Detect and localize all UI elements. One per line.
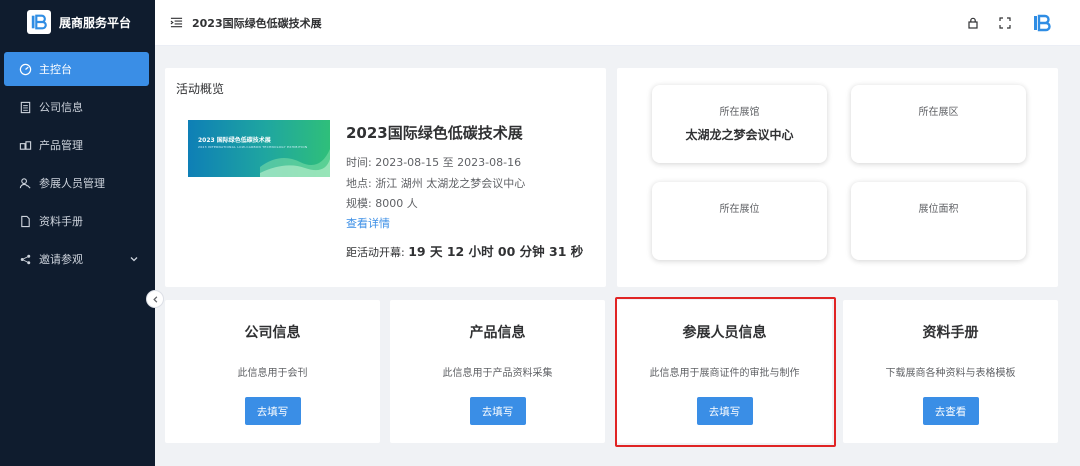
product-info-card: 产品信息 此信息用于产品资料采集 去填写 xyxy=(390,300,605,443)
stat-label: 所在展区 xyxy=(918,107,959,118)
sidebar-item-manual[interactable]: 资料手册 xyxy=(4,204,149,238)
location-label: 地点: xyxy=(346,177,372,190)
brand: 展商服务平台 xyxy=(0,0,155,44)
countdown-label: 距活动开幕: xyxy=(346,246,405,259)
banner-wave-graphic xyxy=(260,149,330,177)
card-title: 公司信息 xyxy=(244,325,301,341)
dashboard-icon xyxy=(18,62,32,76)
header-actions xyxy=(948,13,1052,33)
product-fill-button[interactable]: 去填写 xyxy=(469,397,526,425)
brand-title: 展商服务平台 xyxy=(59,15,132,30)
event-time: 时间: 2023-08-15 至 2023-08-16 xyxy=(346,154,521,170)
sidebar-menu: 主控台 公司信息 产品管理 参展人员管理 资料手册 邀请参观 xyxy=(0,52,155,276)
document-list-icon xyxy=(18,100,32,114)
sidebar-item-invite[interactable]: 邀请参观 xyxy=(4,242,149,276)
sidebar-item-company[interactable]: 公司信息 xyxy=(4,90,149,124)
stat-label: 所在展馆 xyxy=(719,107,760,118)
stat-hall: 所在展馆 太湖龙之梦会议中心 xyxy=(652,85,827,163)
card-title: 参展人员信息 xyxy=(682,325,767,341)
staff-info-card: 参展人员信息 此信息用于展商证件的审批与制作 去填写 xyxy=(617,300,832,443)
share-icon xyxy=(18,252,32,266)
file-icon xyxy=(18,214,32,228)
activity-overview-card: 活动概览 2023 国际绿色低碳技术展 2023 INTERNATIONAL L… xyxy=(165,68,606,287)
countdown-value: 19 天 12 小时 00 分钟 31 秒 xyxy=(408,244,584,259)
card-description: 下载展商各种资料与表格模板 xyxy=(885,368,1016,379)
card-description: 此信息用于展商证件的审批与制作 xyxy=(649,368,800,379)
sidebar-item-dashboard[interactable]: 主控台 xyxy=(4,52,149,86)
top-header: 2023国际绿色低碳技术展 xyxy=(155,0,1080,46)
sidebar-item-products[interactable]: 产品管理 xyxy=(4,128,149,162)
countdown: 距活动开幕: 19 天 12 小时 00 分钟 31 秒 xyxy=(346,241,583,260)
stat-label: 所在展位 xyxy=(719,204,760,215)
sidebar-collapse-button[interactable] xyxy=(146,290,164,308)
time-value: 2023-08-15 至 2023-08-16 xyxy=(375,156,522,169)
logo-icon xyxy=(27,10,51,34)
lock-icon[interactable] xyxy=(966,16,980,30)
fullscreen-icon[interactable] xyxy=(998,16,1012,30)
sidebar-item-label: 主控台 xyxy=(39,63,72,76)
page-title: 2023国际绿色低碳技术展 xyxy=(192,16,322,30)
logo-icon[interactable] xyxy=(1032,13,1052,33)
sidebar-item-staff[interactable]: 参展人员管理 xyxy=(4,166,149,200)
event-name: 2023国际绿色低碳技术展 xyxy=(346,124,523,142)
sidebar-item-label: 公司信息 xyxy=(39,101,83,114)
product-icon xyxy=(18,138,32,152)
chevron-down-icon[interactable] xyxy=(129,254,139,264)
view-details-link[interactable]: 查看详情 xyxy=(346,215,390,231)
stat-value: 太湖龙之梦会议中心 xyxy=(685,128,794,142)
chevron-left-icon xyxy=(152,295,157,303)
time-label: 时间: xyxy=(346,156,372,169)
stat-label: 展位面积 xyxy=(918,204,959,215)
staff-fill-button[interactable]: 去填写 xyxy=(696,397,753,425)
company-fill-button[interactable]: 去填写 xyxy=(244,397,301,425)
sidebar: 展商服务平台 主控台 公司信息 产品管理 参展人员管理 资料手册 邀请参观 xyxy=(0,0,155,466)
card-description: 此信息用于产品资料采集 xyxy=(442,368,553,379)
menu-toggle-icon[interactable] xyxy=(170,16,183,29)
people-icon xyxy=(18,176,32,190)
section-title: 活动概览 xyxy=(176,82,225,96)
scale-value: 8000 人 xyxy=(375,197,418,210)
sidebar-item-label: 参展人员管理 xyxy=(39,177,105,190)
company-info-card: 公司信息 此信息用于会刊 去填写 xyxy=(165,300,380,443)
stat-area: 展位面积 xyxy=(851,182,1026,260)
sidebar-item-label: 产品管理 xyxy=(39,139,83,152)
booth-stats-card: 所在展馆 太湖龙之梦会议中心 所在展区 所在展位 展位面积 xyxy=(617,68,1058,287)
location-value: 浙江 湖州 太湖龙之梦会议中心 xyxy=(375,177,526,190)
card-title: 产品信息 xyxy=(469,325,526,341)
event-location: 地点: 浙江 湖州 太湖龙之梦会议中心 xyxy=(346,175,525,191)
scale-label: 规模: xyxy=(346,197,372,210)
stat-zone: 所在展区 xyxy=(851,85,1026,163)
card-title: 资料手册 xyxy=(922,325,979,341)
sidebar-item-label: 资料手册 xyxy=(39,215,83,228)
stat-booth: 所在展位 xyxy=(652,182,827,260)
event-banner: 2023 国际绿色低碳技术展 2023 INTERNATIONAL LOW-CA… xyxy=(188,120,330,177)
manual-card: 资料手册 下载展商各种资料与表格模板 去查看 xyxy=(843,300,1058,443)
event-scale: 规模: 8000 人 xyxy=(346,195,418,211)
card-description: 此信息用于会刊 xyxy=(237,368,308,379)
manual-view-button[interactable]: 去查看 xyxy=(922,397,979,425)
sidebar-item-label: 邀请参观 xyxy=(39,253,83,266)
